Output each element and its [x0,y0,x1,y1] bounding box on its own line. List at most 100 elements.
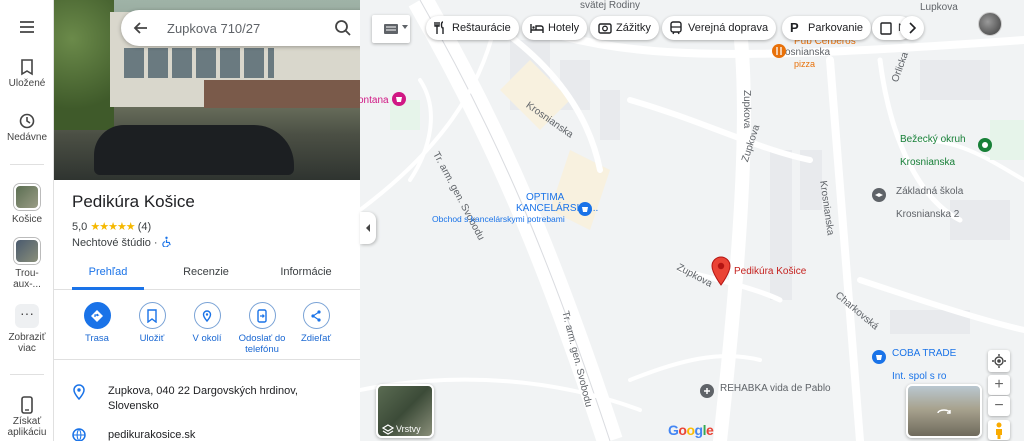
send-to-phone-label: Odoslať do telefónu [238,333,286,355]
rail-divider-2 [10,374,44,375]
saved-button[interactable]: Uložené [0,58,54,89]
my-location-button[interactable] [988,350,1010,372]
photo-tree [54,0,114,130]
chip-restaurants[interactable]: Reštaurácie [426,16,519,40]
chip-transit-label: Verejná doprava [688,22,769,34]
poi-optima[interactable]: OPTIMA KANCELÁRSKA... Obchod s kancelárs… [428,192,598,224]
website-text: pedikurakosice.sk [108,429,196,441]
tab-about[interactable]: Informácie [266,256,346,290]
photo-storefront [204,80,360,108]
save-label: Uložiť [139,333,165,344]
tab-overview[interactable]: Prehľad [72,256,144,290]
account-avatar[interactable] [978,12,1002,36]
recent-label: Nedávne [6,132,48,143]
get-app-button[interactable]: Získať aplikáciu [0,396,54,438]
rating-stars: ★★★★★ [90,221,135,233]
zoom-out-button[interactable]: − [988,396,1010,416]
keyboard-icon [384,24,398,34]
store-icon [872,350,886,364]
poi-optima-title-2: KANCELÁRSKA... [516,203,599,214]
poi-fontana[interactable]: ontana [360,92,406,106]
store-icon [578,202,592,216]
place-category[interactable]: Nechtové štúdio · [72,237,158,249]
bookmark-icon [138,302,166,329]
poi-bezecky-title: Bežecký okruh [900,134,966,145]
menu-icon [20,21,34,33]
poi-coba-title: COBA TRADE [892,348,957,359]
rating-row: 5,0 ★★★★★ (4) [72,220,151,233]
action-bar: Trasa Uložiť V okolí Odoslať do telefónu… [54,298,360,360]
recent-place-trou-label: Trou-aux-... [13,268,41,290]
chip-hotels[interactable]: Hotely [522,16,588,40]
transit-icon [670,21,682,35]
recent-place-trou[interactable]: Trou-aux-... [0,238,54,290]
phone-icon [21,396,33,414]
bookmark-icon [21,59,33,76]
back-arrow-icon[interactable] [131,18,151,38]
address-text: Zupkova, 040 22 Dargovských hrdinov, Slo… [108,385,298,412]
poi-coba[interactable]: COBA TRADE Int. spol s ro [872,348,956,382]
nearby-button[interactable]: V okolí [179,302,235,344]
review-count[interactable]: (4) [138,221,151,233]
chips-next-button[interactable] [900,16,924,40]
poi-fontana-label: ontana [360,95,389,106]
get-app-label: Získať aplikáciu [7,416,47,438]
poi-rehabka-title: REHABKA vida de Pablo [720,383,831,394]
map-canvas[interactable]: Tr. arm. gen. Svobodu Tr. arm. gen. Svob… [360,0,1024,441]
share-button[interactable]: Zdieľať [288,302,344,344]
layers-button[interactable]: Vrstvy [376,384,434,438]
poi-coba-title-2: Int. spol s ro [892,371,947,382]
chip-transit[interactable]: Verejná doprava [662,16,777,40]
street-label: svätej Rodiny [580,0,641,11]
show-more-label: Zobraziť viac [8,332,46,354]
poi-bezecky[interactable]: Bežecký okruh Krosnianska [900,134,992,168]
wheelchair-icon [161,236,171,248]
poi-rehabka[interactable]: REHABKA vida de Pablo [700,383,831,398]
input-tools-button[interactable] [372,15,410,43]
rating-value: 5,0 [72,221,88,233]
place-panel: Pedikúra Košice 5,0 ★★★★★ (4) Nechtové š… [54,0,360,441]
menu-button[interactable] [0,18,54,38]
show-more-button[interactable]: ··· Zobraziť viac [0,304,54,354]
share-label: Zdieľať [300,333,332,344]
collapse-panel-button[interactable] [360,212,376,244]
search-input[interactable] [167,18,327,38]
globe-icon [72,428,86,441]
hotel-icon [530,24,544,33]
parking-icon: P [790,20,799,35]
place-tabs: Prehľad Recenzie Informácie [54,256,360,290]
pegman-button[interactable] [988,420,1010,440]
pin-label: Pedikúra Košice [734,266,807,277]
saved-label: Uložené [8,78,46,89]
tab-reviews[interactable]: Recenzie [168,256,244,290]
health-icon [700,384,714,398]
chevron-right-icon [909,22,916,34]
send-to-phone-button[interactable]: Odoslať do telefónu [234,302,290,355]
nearby-label: V okolí [192,333,222,344]
trou-thumbnail [14,238,40,264]
street-label: Lupkova [920,2,958,13]
chip-experiences-label: Zážitky [616,22,651,34]
camera-icon [598,23,612,34]
nearby-icon [193,302,221,329]
zoom-in-button[interactable]: + [988,375,1010,395]
restaurant-icon [434,21,444,34]
poi-skola[interactable]: Základná škola Krosnianska 2 [872,186,963,220]
rotate-icon [937,409,951,414]
save-button[interactable]: Uložiť [124,302,180,344]
more-icon: ··· [15,304,39,328]
chip-parking[interactable]: P Parkovanie [782,16,872,40]
recent-button[interactable]: Nedávne [0,112,54,143]
recent-place-kosice[interactable]: Košice [0,184,54,225]
search-icon[interactable] [333,18,353,38]
layers-icon [382,424,394,435]
school-icon [872,188,886,202]
poi-skola-title-2: Krosnianska 2 [896,209,960,220]
chip-experiences[interactable]: Zážitky [590,16,659,40]
chevron-down-icon [402,25,408,29]
chip-hotels-label: Hotely [548,22,580,34]
place-pin[interactable]: Pedikúra Košice [710,256,806,289]
directions-button[interactable]: Trasa [69,302,125,344]
history-icon [19,113,35,129]
street-view-thumbnail[interactable] [906,384,982,438]
